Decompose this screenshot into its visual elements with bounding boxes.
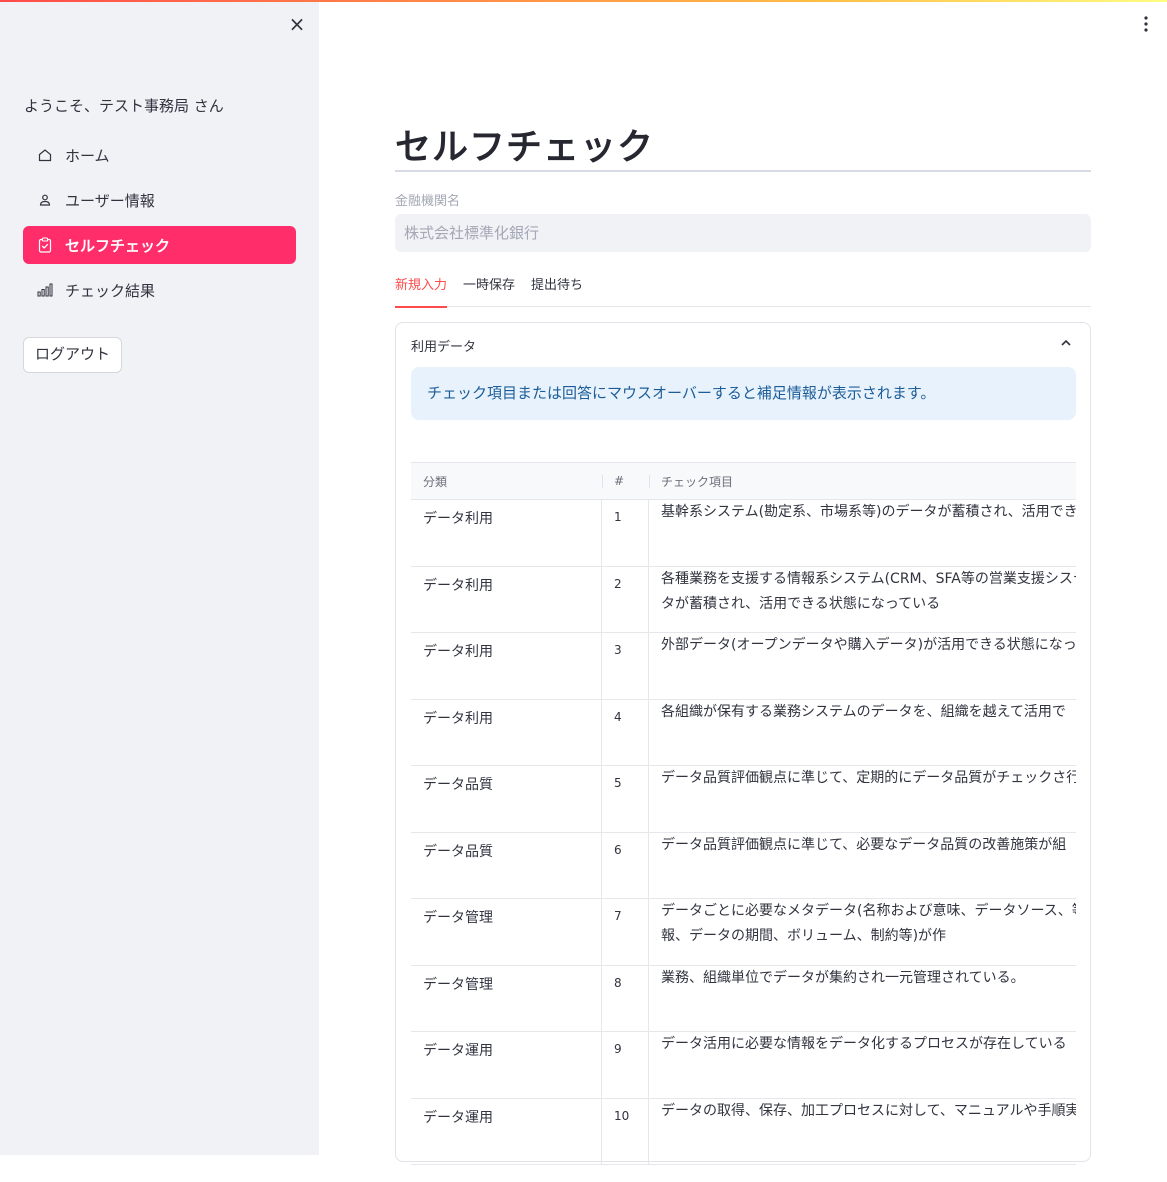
check-items-table: 分類 # チェック項目 データ利用 1 基幹系システム(勘定系、市場系等)のデー… (411, 462, 1076, 1182)
usage-data-expander: 利用データ チェック項目または回答にマウスオーバーすると補足情報が表示されます。… (395, 322, 1091, 1165)
cell-category: データ利用 (411, 633, 602, 699)
more-menu-icon[interactable] (1136, 12, 1156, 36)
table-row[interactable]: データ利用 3 外部データ(オープンデータや購入データ)が活用できる状態になっ (411, 633, 1076, 700)
sidebar-item-home[interactable]: ホーム (23, 136, 296, 174)
cell-check-item: 各組織が保有する業務システムのデータを、組織を越えて活用で (649, 700, 1076, 766)
sidebar-item-check-results[interactable]: チェック結果 (23, 271, 296, 309)
cell-check-item: 外部データ(オープンデータや購入データ)が活用できる状態になっ (649, 633, 1076, 699)
page-title: セルフチェック (395, 127, 655, 168)
cell-number: 8 (602, 965, 649, 1031)
cell-category: データ運用 (411, 1032, 602, 1098)
cell-category: データ運用 (411, 1098, 602, 1164)
tab-new-entry[interactable]: 新規入力 (395, 276, 448, 308)
cell-check-item-text: 各種業務を支援する情報系システム(CRM、SFA等の営業支援システ理システム等)… (661, 570, 1076, 612)
cell-check-item: データ品質評価観点に準じて、定期的にデータ品質がチェックさ行われている。 (649, 766, 1076, 832)
cell-category: データ品質 (411, 832, 602, 898)
sidebar: × ようこそ、テスト事務局 さん ホーム ユーザー情報 セルフチェック チェック… (0, 0, 319, 1155)
table-row[interactable]: データ運用 10 データの取得、保存、加工プロセスに対して、マニュアルや手順実施… (411, 1098, 1076, 1165)
cell-category: データ管理 (411, 965, 602, 1031)
cell-check-item: データ品質評価観点に準じて、必要なデータ品質の改善施策が組 (649, 833, 1076, 899)
cell-number: 9 (602, 1032, 649, 1098)
cell-number: 7 (602, 899, 649, 965)
cell-number: 3 (602, 633, 649, 699)
table-row[interactable]: データ管理 8 業務、組織単位でデータが集約され一元管理されている。 (411, 965, 1076, 1032)
cell-check-item: 各種業務を支援する情報系システム(CRM、SFA等の営業支援システ理システム等)… (649, 567, 1076, 633)
cell-check-item: 基幹系システム(勘定系、市場系等)のデータが蓄積され、活用でき (649, 500, 1076, 566)
cell-check-item: データ活用に必要な情報をデータ化するプロセスが存在している (649, 1032, 1076, 1098)
sidebar-nav: ホーム ユーザー情報 セルフチェック チェック結果 (23, 136, 296, 316)
info-alert: チェック項目または回答にマウスオーバーすると補足情報が表示されます。 (411, 367, 1076, 420)
table-row[interactable]: データ品質 5 データ品質評価観点に準じて、定期的にデータ品質がチェックさ行われ… (411, 766, 1076, 833)
bar-chart-icon (37, 282, 53, 298)
cell-check-item: データごとに必要なメタデータ(名称および意味、データソース、等の業務に関する情報… (649, 899, 1076, 965)
table-header: 分類 # チェック項目 (411, 463, 1076, 500)
header-number[interactable]: # (602, 463, 649, 499)
tab-temporary-save[interactable]: 一時保存 (463, 276, 515, 307)
title-divider (395, 170, 1091, 172)
cell-check-item-text: データごとに必要なメタデータ(名称および意味、データソース、等の業務に関する情報… (661, 903, 1076, 944)
cell-check-item-text: データ品質評価観点に準じて、定期的にデータ品質がチェックさ行われている。 (661, 770, 1076, 786)
welcome-text: ようこそ、テスト事務局 さん (24, 97, 224, 115)
cell-category: データ管理 (411, 899, 602, 965)
table-row[interactable]: データ利用 1 基幹系システム(勘定系、市場系等)のデータが蓄積され、活用でき (411, 500, 1076, 567)
sidebar-item-label: チェック結果 (65, 281, 156, 300)
cell-number: 6 (602, 832, 649, 898)
tab-pending-submission[interactable]: 提出待ち (531, 276, 583, 307)
top-decoration-bar (0, 0, 1167, 2)
cell-category: データ利用 (411, 566, 602, 632)
table-row[interactable]: データ管理 7 データごとに必要なメタデータ(名称および意味、データソース、等の… (411, 899, 1076, 966)
cell-number: 1 (602, 500, 649, 566)
cell-category: データ利用 (411, 699, 602, 765)
cell-check-item-text: データ活用に必要な情報をデータ化するプロセスが存在している (661, 1036, 1067, 1052)
sidebar-item-self-check[interactable]: セルフチェック (23, 226, 296, 264)
table-row[interactable]: データ運用 9 データ活用に必要な情報をデータ化するプロセスが存在している (411, 1032, 1076, 1099)
clipboard-check-icon (37, 237, 53, 253)
cell-check-item-text: 各組織が保有する業務システムのデータを、組織を越えて活用で (661, 703, 1066, 720)
home-icon (37, 147, 53, 163)
cell-category: データ品質 (411, 766, 602, 832)
cell-number: 2 (602, 566, 649, 632)
cell-check-item: データの取得、保存、加工プロセスに対して、マニュアルや手順実施されている (649, 1099, 1076, 1165)
sidebar-item-label: セルフチェック (65, 236, 171, 255)
cell-check-item: 業務、組織単位でデータが集約され一元管理されている。 (649, 966, 1076, 1032)
expander-title[interactable]: 利用データ (411, 336, 476, 355)
cell-check-item-text: 外部データ(オープンデータや購入データ)が活用できる状態になっ (661, 637, 1076, 653)
table-row[interactable]: データ品質 6 データ品質評価観点に準じて、必要なデータ品質の改善施策が組 (411, 832, 1076, 899)
cell-check-item-text: 業務、組織単位でデータが集約され一元管理されている。 (661, 969, 1025, 986)
header-check-item[interactable]: チェック項目 (649, 463, 1076, 499)
logout-button[interactable]: ログアウト (23, 337, 123, 373)
header-category[interactable]: 分類 (411, 463, 602, 499)
cell-check-item-text: データ品質評価観点に準じて、必要なデータ品質の改善施策が組 (661, 836, 1067, 853)
cell-number: 10 (602, 1098, 649, 1164)
close-sidebar-button[interactable]: × (286, 13, 308, 35)
institution-field[interactable]: 株式会社標準化銀行 (395, 214, 1091, 252)
cell-check-item-text: データの取得、保存、加工プロセスに対して、マニュアルや手順実施されている (661, 1102, 1076, 1119)
cell-number: 4 (602, 699, 649, 765)
user-icon (37, 192, 53, 208)
table-row[interactable]: データ利用 4 各組織が保有する業務システムのデータを、組織を越えて活用で (411, 699, 1076, 766)
tab-bar: 新規入力 一時保存 提出待ち (395, 276, 1091, 308)
sidebar-item-label: ホーム (65, 146, 110, 165)
table-row[interactable]: データ利用 2 各種業務を支援する情報系システム(CRM、SFA等の営業支援シス… (411, 566, 1076, 633)
sidebar-item-user-info[interactable]: ユーザー情報 (23, 181, 296, 219)
institution-label: 金融機関名 (395, 194, 461, 209)
cell-check-item-text: 基幹系システム(勘定系、市場系等)のデータが蓄積され、活用でき (661, 504, 1076, 520)
sidebar-item-label: ユーザー情報 (65, 191, 155, 210)
chevron-up-icon[interactable] (1058, 335, 1074, 351)
cell-category: データ利用 (411, 500, 602, 566)
cell-number: 5 (602, 766, 649, 832)
